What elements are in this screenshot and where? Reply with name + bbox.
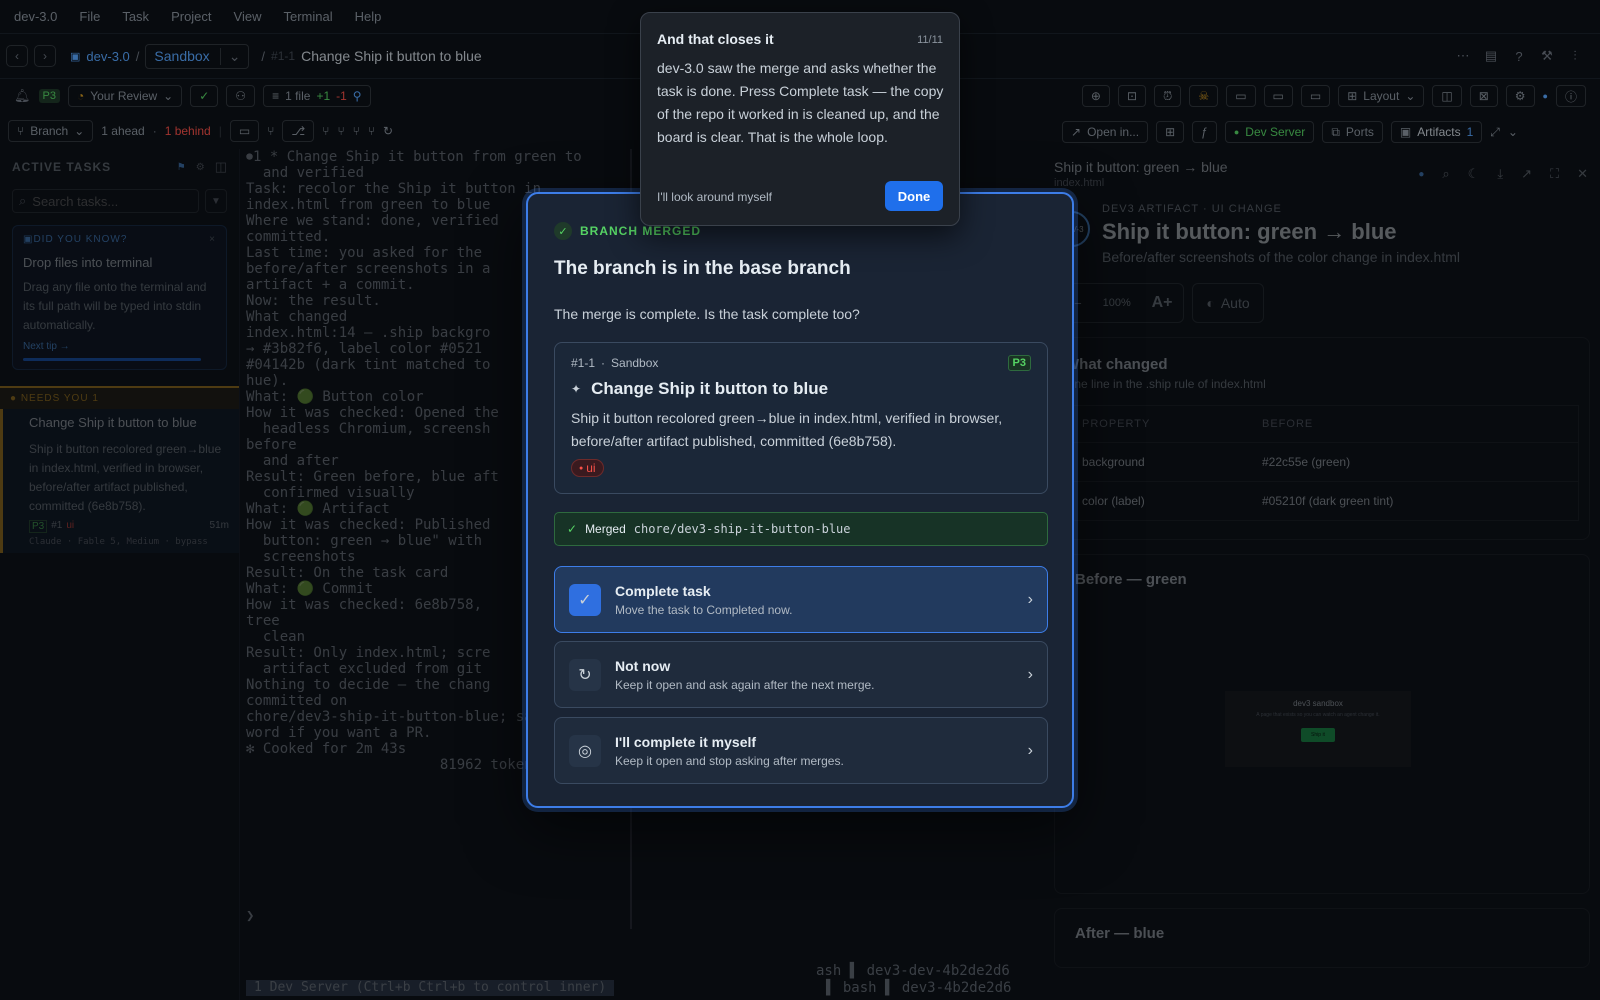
check-icon: ✓ — [569, 583, 601, 616]
option-desc: Move the task to Completed now. — [615, 602, 793, 617]
option-title: I'll complete it myself — [615, 733, 757, 750]
task-project: Sandbox — [611, 356, 659, 370]
check-icon: ✓ — [567, 522, 578, 536]
chevron-right-icon: › — [1027, 665, 1033, 683]
dialog-question: The merge is complete. Is the task compl… — [554, 306, 860, 322]
check-circle-icon: ✓ — [554, 222, 572, 240]
tour-step: 11/11 — [917, 34, 943, 46]
tour-title: And that closes it — [657, 31, 774, 47]
tour-skip-link[interactable]: I'll look around myself — [657, 190, 772, 204]
merged-branch-banner: ✓ Merged chore/dev3-ship-it-button-blue — [554, 512, 1048, 546]
tag-ui: ● ui — [571, 459, 604, 477]
chevron-right-icon: › — [1027, 590, 1033, 608]
merge-dialog: ✓ BRANCH MERGED The branch is in the bas… — [526, 192, 1074, 808]
tag-label: ui — [586, 461, 596, 475]
merged-label: Merged — [585, 522, 626, 536]
priority-badge: P3 — [1007, 355, 1031, 371]
task-id: #1-1 — [571, 356, 596, 370]
option-desc: Keep it open and stop asking after merge… — [615, 753, 844, 768]
badge-label: BRANCH MERGED — [580, 224, 701, 238]
tour-body: dev-3.0 saw the merge and asks whether t… — [657, 60, 944, 145]
not-now-button[interactable]: ↻ Not now Keep it open and ask again afte… — [554, 641, 1048, 708]
option-title: Complete task — [615, 582, 711, 599]
complete-task-button[interactable]: ✓ Complete task Move the task to Complete… — [554, 566, 1048, 633]
tag-dot: ● — [579, 464, 584, 472]
chevron-right-icon: › — [1027, 741, 1033, 759]
tour-tooltip: And that closes it 11/11 dev-3.0 saw the… — [640, 12, 960, 226]
task-title: Change Ship it button to blue — [591, 379, 829, 398]
sparkle-icon: ✦ — [571, 382, 582, 396]
target-icon: ◎ — [569, 734, 601, 767]
complete-myself-button[interactable]: ◎ I'll complete it myself Keep it open an… — [554, 717, 1048, 784]
separator: · — [601, 356, 606, 370]
option-desc: Keep it open and ask again after the nex… — [615, 677, 875, 692]
task-summary-card: #1-1 · Sandbox P3 ✦ Change Ship it button to… — [554, 342, 1048, 494]
option-title: Not now — [615, 657, 671, 674]
task-description: Ship it button recolored green→blue in i… — [571, 410, 1003, 449]
tour-done-button[interactable]: Done — [885, 181, 943, 211]
refresh-icon: ↻ — [569, 658, 601, 691]
merged-branch: chore/dev3-ship-it-button-blue — [633, 522, 851, 536]
dialog-title: The branch is in the base branch — [554, 258, 851, 279]
